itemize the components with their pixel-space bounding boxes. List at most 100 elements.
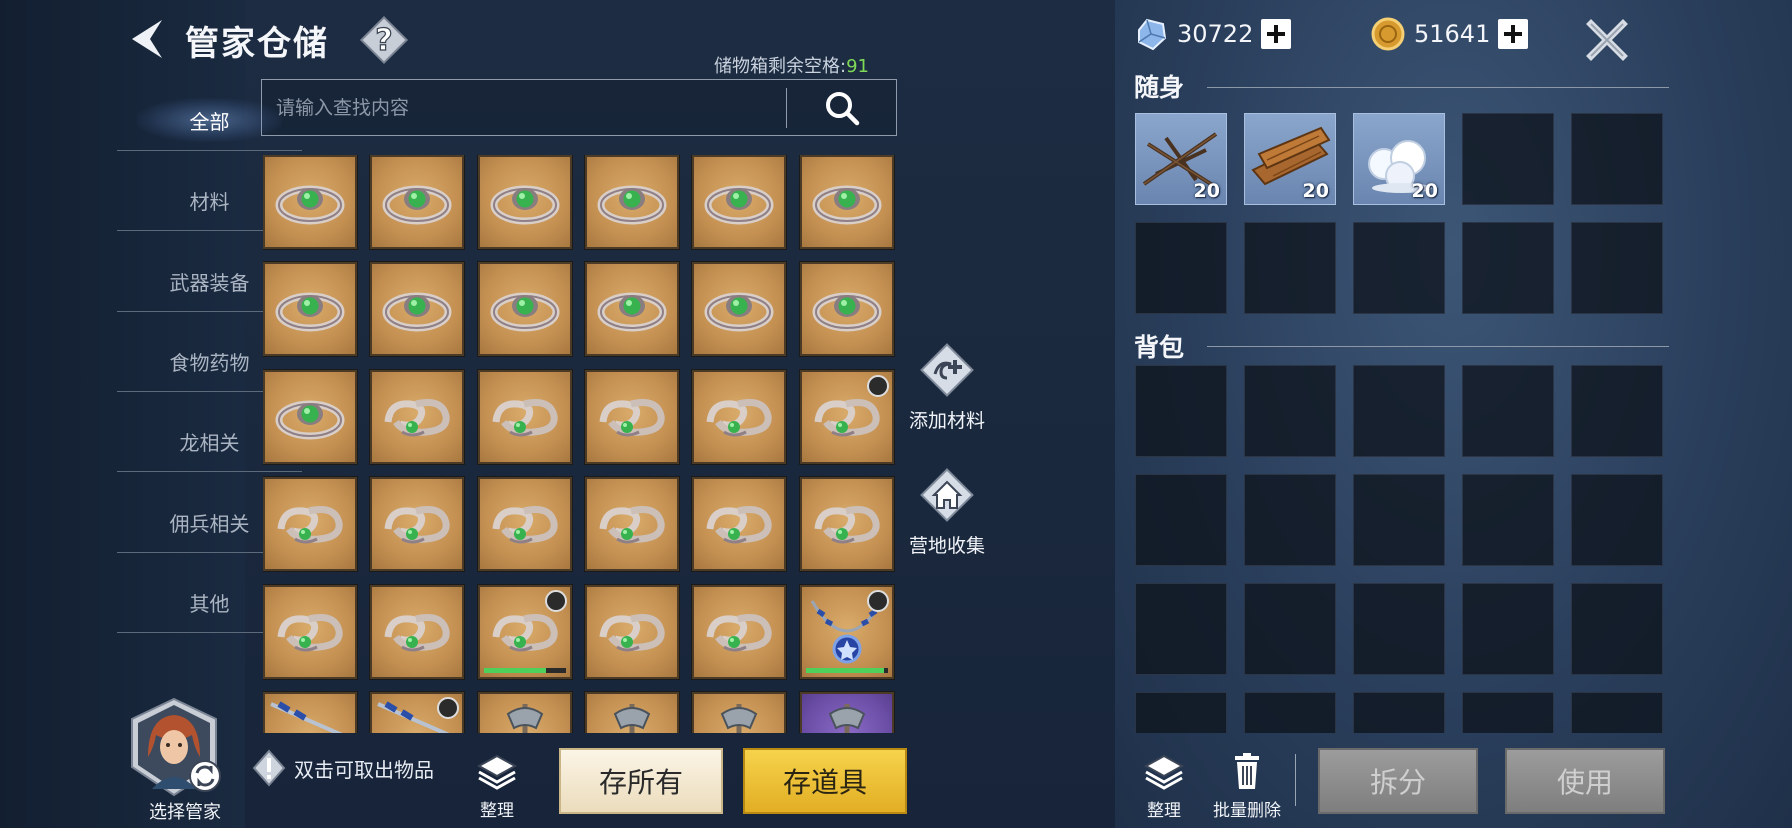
backpack-slot[interactable] [1353, 692, 1445, 733]
carry-slot[interactable] [1244, 222, 1336, 314]
storage-slot[interactable] [263, 370, 357, 464]
backpack-slot[interactable] [1571, 365, 1663, 457]
add-material-icon [920, 343, 974, 397]
backpack-slot[interactable] [1135, 583, 1227, 675]
storage-slot[interactable] [263, 262, 357, 356]
storage-slot[interactable] [585, 692, 679, 733]
layers-icon [476, 754, 518, 790]
backpack-slot[interactable] [1244, 365, 1336, 457]
close-button[interactable] [1585, 18, 1629, 62]
ring-round-icon [704, 185, 774, 225]
storage-slot[interactable] [263, 585, 357, 679]
storage-slot[interactable] [800, 262, 894, 356]
storage-slot[interactable] [800, 585, 894, 679]
backpack-slot[interactable] [1135, 692, 1227, 733]
backpack-slot[interactable] [1571, 583, 1663, 675]
storage-slot[interactable] [370, 155, 464, 249]
split-button[interactable]: 拆分 [1318, 748, 1478, 814]
sort-backpack-button[interactable]: 整理 [1134, 752, 1194, 821]
storage-slot[interactable] [478, 262, 572, 356]
search-input[interactable] [262, 80, 786, 135]
help-icon[interactable]: ? [358, 14, 410, 66]
carry-slot[interactable] [1462, 113, 1554, 205]
storage-slot[interactable] [585, 155, 679, 249]
coin-add-button[interactable] [1498, 19, 1529, 49]
storage-slot[interactable] [370, 370, 464, 464]
carry-slot[interactable]: 20 [1135, 113, 1227, 205]
storage-slot[interactable] [585, 262, 679, 356]
storage-slot[interactable] [692, 155, 786, 249]
storage-slot[interactable] [263, 477, 357, 571]
ring-round-icon [812, 292, 882, 332]
steward-avatar[interactable] [128, 697, 222, 797]
storage-slot[interactable] [478, 370, 572, 464]
use-button[interactable]: 使用 [1505, 748, 1665, 814]
storage-slot[interactable] [585, 370, 679, 464]
storage-slot[interactable] [800, 370, 894, 464]
backpack-slot[interactable] [1462, 692, 1554, 733]
svg-text:?: ? [375, 23, 392, 58]
storage-slot[interactable] [478, 585, 572, 679]
storage-slot[interactable] [478, 692, 572, 733]
backpack-slot[interactable] [1135, 365, 1227, 457]
gem-amount: 30722 [1177, 20, 1254, 48]
backpack-slot[interactable] [1353, 365, 1445, 457]
backpack-slot[interactable] [1244, 692, 1336, 733]
camp-collect-button[interactable]: 营地收集 [892, 465, 1002, 558]
gem-icon [1138, 18, 1167, 51]
store-all-button[interactable]: 存所有 [559, 748, 723, 814]
category-tab[interactable]: 全部 [117, 80, 302, 160]
backpack-slot[interactable] [1462, 365, 1554, 457]
carry-slot[interactable]: 20 [1244, 113, 1336, 205]
storage-slot[interactable] [370, 692, 464, 733]
storage-slot[interactable] [370, 477, 464, 571]
plus-icon [1504, 25, 1523, 43]
backpack-slot[interactable] [1353, 474, 1445, 566]
backpack-slot[interactable] [1462, 474, 1554, 566]
storage-slot[interactable] [692, 477, 786, 571]
carry-slot[interactable] [1462, 222, 1554, 314]
storage-slot[interactable] [692, 692, 786, 733]
sort-storage-button[interactable]: 整理 [467, 752, 527, 821]
capacity-value: 91 [846, 56, 869, 77]
storage-slot[interactable] [263, 692, 357, 733]
storage-slot[interactable] [800, 692, 894, 733]
storage-slot[interactable] [692, 370, 786, 464]
close-icon [1586, 19, 1628, 61]
storage-slot[interactable] [478, 477, 572, 571]
batch-delete-button[interactable]: 批量删除 [1208, 752, 1286, 821]
swap-icon[interactable] [188, 759, 222, 793]
storage-slot[interactable] [800, 155, 894, 249]
backpack-slot[interactable] [1571, 474, 1663, 566]
search-button[interactable] [787, 80, 897, 135]
category-label: 佣兵相关 [169, 511, 250, 536]
storage-slot[interactable] [585, 477, 679, 571]
storage-slot[interactable] [800, 477, 894, 571]
durability-bar [806, 668, 888, 673]
carry-slot[interactable] [1353, 222, 1445, 314]
backpack-slot[interactable] [1462, 583, 1554, 675]
add-material-button[interactable]: 添加材料 [892, 340, 1002, 433]
carry-slot[interactable] [1571, 113, 1663, 205]
backpack-slot[interactable] [1244, 474, 1336, 566]
storage-slot[interactable] [263, 155, 357, 249]
hint-text: 双击可取出物品 [252, 749, 434, 787]
ring-twist-icon [492, 506, 558, 544]
layers-icon [1143, 754, 1185, 790]
carry-slot[interactable] [1571, 222, 1663, 314]
storage-slot[interactable] [692, 262, 786, 356]
storage-slot[interactable] [370, 585, 464, 679]
gem-add-button[interactable] [1261, 19, 1292, 49]
backpack-slot[interactable] [1571, 692, 1663, 733]
backpack-slot[interactable] [1353, 583, 1445, 675]
storage-slot[interactable] [370, 262, 464, 356]
back-arrow-icon[interactable] [128, 18, 168, 60]
carry-slot[interactable] [1135, 222, 1227, 314]
storage-slot[interactable] [478, 155, 572, 249]
storage-slot[interactable] [585, 585, 679, 679]
storage-slot[interactable] [692, 585, 786, 679]
store-items-button[interactable]: 存道具 [743, 748, 907, 814]
carry-slot[interactable]: 20 [1353, 113, 1445, 205]
backpack-slot[interactable] [1244, 583, 1336, 675]
backpack-slot[interactable] [1135, 474, 1227, 566]
